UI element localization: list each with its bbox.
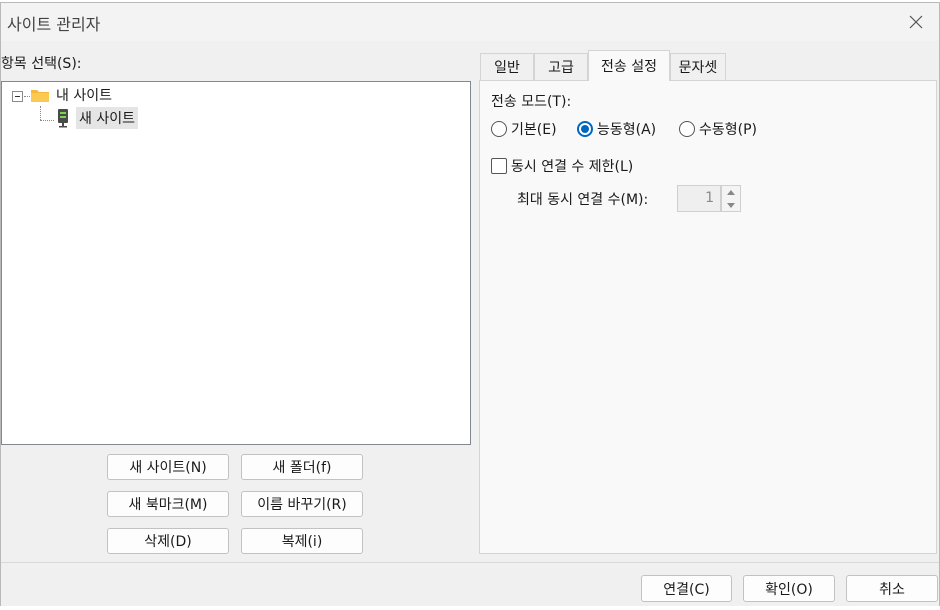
rename-button[interactable]: 이름 바꾸기(R) (241, 491, 363, 517)
new-folder-button[interactable]: 새 폴더(f) (241, 454, 363, 480)
tree-connector-line (40, 106, 41, 120)
radio-label: 능동형(A) (597, 122, 657, 138)
radio-label: 수동형(P) (699, 122, 758, 138)
tab-transfer-settings[interactable]: 전송 설정 (588, 50, 670, 81)
tree-item-my-sites[interactable]: 내 사이트 (30, 85, 112, 105)
close-button[interactable] (893, 3, 939, 41)
title-bar: 사이트 관리자 (1, 3, 939, 41)
collapse-expander-icon[interactable] (12, 91, 23, 102)
radio-unchecked-icon (491, 121, 507, 137)
folder-icon (31, 90, 49, 102)
transfer-settings-panel (479, 80, 937, 554)
site-manager-dialog: 사이트 관리자 항목 선택(S): 내 사이트 새 사이트 새 사이트(N) 새… (0, 2, 940, 606)
spin-up-button[interactable] (722, 186, 740, 198)
checkbox-label: 동시 연결 수 제한(L) (511, 159, 634, 175)
chevron-down-icon (727, 202, 735, 208)
new-bookmark-button[interactable]: 새 북마크(M) (107, 491, 229, 517)
radio-default-mode[interactable]: 기본(E) (491, 119, 557, 139)
cancel-button[interactable]: 취소 (846, 575, 938, 602)
new-site-button[interactable]: 새 사이트(N) (107, 454, 229, 480)
ok-button[interactable]: 확인(O) (743, 575, 835, 602)
window-title: 사이트 관리자 (7, 15, 101, 34)
spin-down-button[interactable] (722, 199, 740, 211)
select-entry-label: 항목 선택(S): (1, 56, 82, 72)
tab-charset[interactable]: 문자셋 (670, 53, 726, 80)
max-connections-label: 최대 동시 연결 수(M): (517, 192, 649, 208)
delete-button[interactable]: 삭제(D) (107, 528, 229, 554)
tab-advanced[interactable]: 고급 (534, 53, 588, 80)
radio-passive-mode[interactable]: 수동형(P) (679, 119, 757, 139)
radio-label: 기본(E) (511, 122, 557, 138)
tree-item-label: 새 사이트 (76, 107, 138, 129)
max-connections-spinner[interactable] (721, 185, 741, 212)
server-icon (58, 109, 68, 128)
radio-active-mode[interactable]: 능동형(A) (577, 119, 656, 139)
checkbox-unchecked-icon (491, 158, 507, 174)
tree-item-new-site[interactable]: 새 사이트 (56, 107, 138, 129)
close-icon (909, 15, 923, 29)
max-connections-input[interactable]: 1 (677, 185, 721, 212)
radio-checked-icon (577, 121, 593, 137)
duplicate-button[interactable]: 복제(i) (241, 528, 363, 554)
tree-item-label: 내 사이트 (56, 88, 112, 104)
connect-button[interactable]: 연결(C) (641, 575, 732, 602)
tree-connector-line (40, 120, 54, 121)
transfer-mode-label: 전송 모드(T): (491, 94, 572, 110)
tab-general[interactable]: 일반 (480, 53, 534, 80)
dialog-footer: 연결(C) 확인(O) 취소 (1, 562, 939, 606)
limit-connections-checkbox[interactable]: 동시 연결 수 제한(L) (491, 156, 633, 176)
radio-unchecked-icon (679, 121, 695, 137)
chevron-up-icon (727, 189, 735, 195)
site-tree[interactable]: 내 사이트 새 사이트 (1, 81, 471, 445)
